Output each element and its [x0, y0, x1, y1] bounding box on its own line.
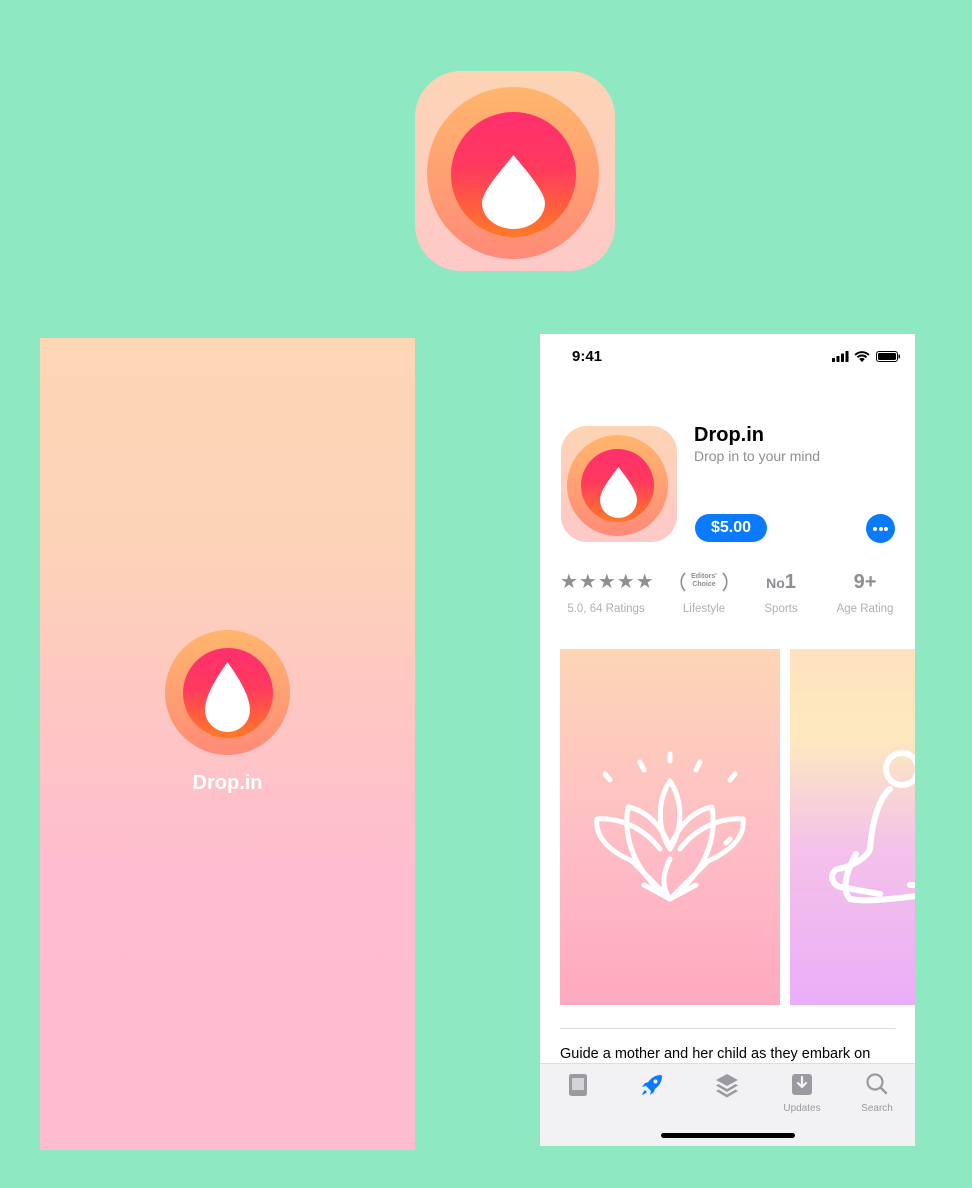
editors-line1: Editors': [691, 573, 717, 580]
updates-icon: [792, 1074, 812, 1095]
app-name: Drop.in: [694, 424, 764, 446]
app-subtitle: Drop in to your mind: [694, 448, 821, 464]
tab-apps[interactable]: [622, 1072, 682, 1103]
rank-prefix: No: [766, 575, 785, 591]
rating-label: 5.0, 64 Ratings: [567, 603, 645, 615]
stat-editors-choice: Editors' Choice Lifestyle: [672, 570, 736, 615]
drop-icon: [205, 662, 250, 732]
drop-icon: [482, 155, 545, 229]
splash-app-name: Drop.in: [192, 772, 263, 794]
more-options-button[interactable]: [866, 514, 895, 543]
screenshot-1[interactable]: [560, 649, 780, 1005]
signal-icon: [832, 351, 849, 362]
home-indicator[interactable]: [661, 1133, 795, 1138]
divider: [560, 1028, 895, 1029]
tab-updates[interactable]: Updates: [772, 1072, 832, 1114]
rank-value: No1: [752, 570, 810, 594]
tab-search-label: Search: [861, 1103, 893, 1114]
battery-icon: [876, 351, 900, 362]
age-label: Age Rating: [836, 603, 894, 615]
app-icon-large: [415, 71, 615, 271]
splash-screen: Drop.in: [40, 338, 415, 1150]
stat-rating: ★★★★★ 5.0, 64 Ratings: [560, 570, 655, 615]
lotus-icon: [594, 751, 746, 902]
wifi-icon: [854, 351, 870, 362]
meditation-icon: [829, 750, 915, 904]
rank-label: Sports: [764, 603, 798, 615]
search-icon: [866, 1073, 888, 1095]
stat-rank: No1 Sports: [752, 570, 810, 615]
today-icon: [569, 1074, 587, 1096]
app-icon[interactable]: [561, 426, 677, 542]
status-time: 9:41: [572, 348, 603, 365]
stat-age: 9+ Age Rating: [832, 570, 898, 615]
app-store-page: 9:41 Drop.in Drop in to your mind $5.00 …: [540, 334, 915, 1146]
rating-stars: ★★★★★: [560, 571, 655, 593]
tab-arcade[interactable]: [697, 1072, 757, 1103]
screenshot-2[interactable]: [790, 649, 915, 1005]
price-button[interactable]: $5.00: [695, 514, 767, 542]
drop-icon: [600, 467, 637, 518]
status-icons: [832, 350, 900, 368]
age-value: 9+: [853, 571, 877, 593]
app-description: Guide a mother and her child as they emb…: [560, 1046, 871, 1062]
tab-today[interactable]: [548, 1072, 608, 1103]
tab-updates-label: Updates: [783, 1103, 821, 1114]
editors-line2: Choice: [692, 581, 716, 588]
tab-search[interactable]: Search: [847, 1072, 907, 1114]
rank-number: 1: [784, 571, 796, 593]
rocket-icon: [642, 1075, 662, 1095]
editors-label: Lifestyle: [682, 603, 726, 615]
layers-icon: [716, 1074, 738, 1098]
editors-choice-badge: Editors' Choice: [672, 570, 736, 594]
